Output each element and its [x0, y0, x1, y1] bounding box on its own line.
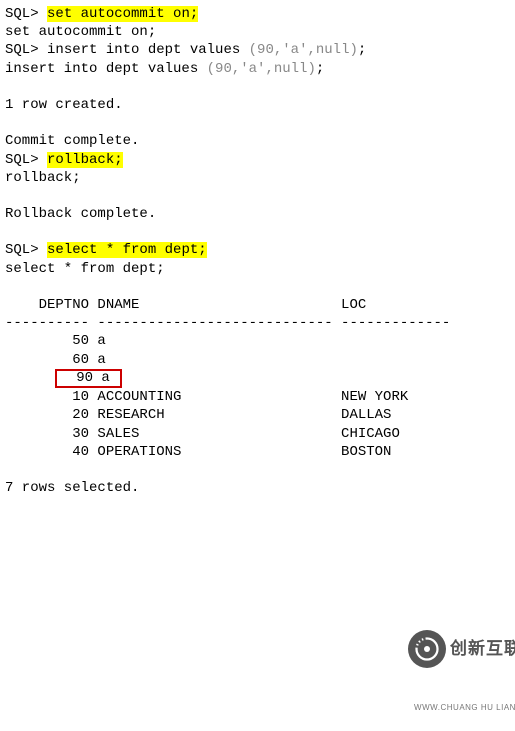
command: insert into dept values: [47, 42, 240, 58]
watermark-url: WWW.CHUANG HU LIAN: [405, 703, 515, 713]
command-highlighted: set autocommit on;: [47, 6, 198, 22]
table-row: 20 RESEARCH DALLAS: [5, 407, 391, 423]
table-row-boxed: 90 a: [59, 370, 118, 386]
values-part: (90,'a',null): [207, 61, 316, 77]
output: 7 rows selected.: [5, 480, 139, 496]
prompt: SQL>: [5, 42, 39, 58]
semicolon: ;: [358, 42, 366, 58]
output: Rollback complete.: [5, 206, 156, 222]
output: 1 row created.: [5, 97, 123, 113]
table-row: 30 SALES CHICAGO: [5, 426, 400, 442]
watermark-brand: 创新互联: [450, 638, 515, 660]
table-row: 10 ACCOUNTING NEW YORK: [5, 389, 408, 405]
table-divider: ---------- ---------------------------- …: [5, 315, 450, 331]
output: Commit complete.: [5, 133, 139, 149]
watermark-icon: [408, 630, 446, 668]
prompt: SQL>: [5, 6, 39, 22]
echo-line: set autocommit on;: [5, 24, 156, 40]
values-part: (90,'a',null): [249, 42, 358, 58]
prompt: SQL>: [5, 152, 39, 168]
command-highlighted: select * from dept;: [47, 242, 207, 258]
watermark: 创新互联 WWW.CHUANG HU LIAN: [405, 592, 515, 648]
echo-line: insert into dept values: [5, 61, 198, 77]
semicolon: ;: [316, 61, 324, 77]
table-row: 50 a: [5, 333, 106, 349]
table-row: 60 a: [5, 352, 106, 368]
table-row: 40 OPERATIONS BOSTON: [5, 444, 391, 460]
echo-line: select * from dept;: [5, 261, 165, 277]
command-highlighted: rollback;: [47, 152, 123, 168]
echo-line: rollback;: [5, 170, 81, 186]
prompt: SQL>: [5, 242, 39, 258]
table-header: DEPTNO DNAME LOC: [5, 297, 366, 313]
highlighted-row-box: 90 a: [55, 369, 122, 388]
table-row-prefix: [5, 370, 55, 386]
